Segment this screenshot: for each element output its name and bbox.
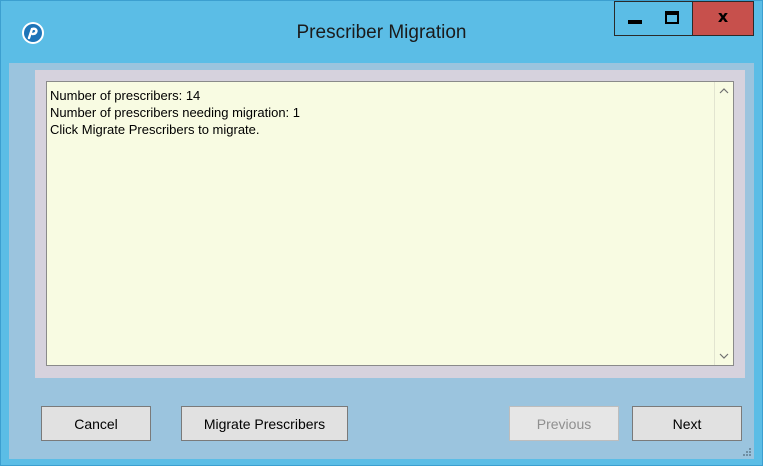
resize-grip-icon[interactable] (741, 446, 751, 456)
log-line: Click Migrate Prescribers to migrate. (50, 122, 260, 137)
log-line: Number of prescribers: 14 (50, 88, 201, 103)
maximize-button[interactable] (653, 1, 693, 36)
close-button[interactable]: x (693, 1, 754, 36)
vertical-scrollbar[interactable] (714, 82, 733, 365)
previous-button[interactable]: Previous (509, 406, 619, 441)
scroll-up-arrow-icon[interactable] (717, 84, 731, 98)
prescriber-migration-window: Prescriber Migration x Number of prescri… (0, 0, 763, 466)
close-icon: x (717, 7, 729, 26)
maximize-icon (665, 11, 679, 24)
dialog-client-area: Number of prescribers: 14 Number of pres… (9, 63, 754, 459)
migrate-prescribers-button[interactable]: Migrate Prescribers (181, 406, 348, 441)
cancel-button[interactable]: Cancel (41, 406, 151, 441)
log-line: Number of prescribers needing migration:… (50, 105, 301, 120)
migration-log-textbox[interactable]: Number of prescribers: 14 Number of pres… (46, 81, 734, 366)
scroll-down-arrow-icon[interactable] (717, 349, 731, 363)
log-text: Number of prescribers: 14 Number of pres… (50, 87, 300, 138)
minimize-icon (628, 20, 642, 24)
minimize-button[interactable] (614, 1, 654, 36)
next-button[interactable]: Next (632, 406, 742, 441)
title-bar[interactable]: Prescriber Migration x (1, 1, 762, 63)
